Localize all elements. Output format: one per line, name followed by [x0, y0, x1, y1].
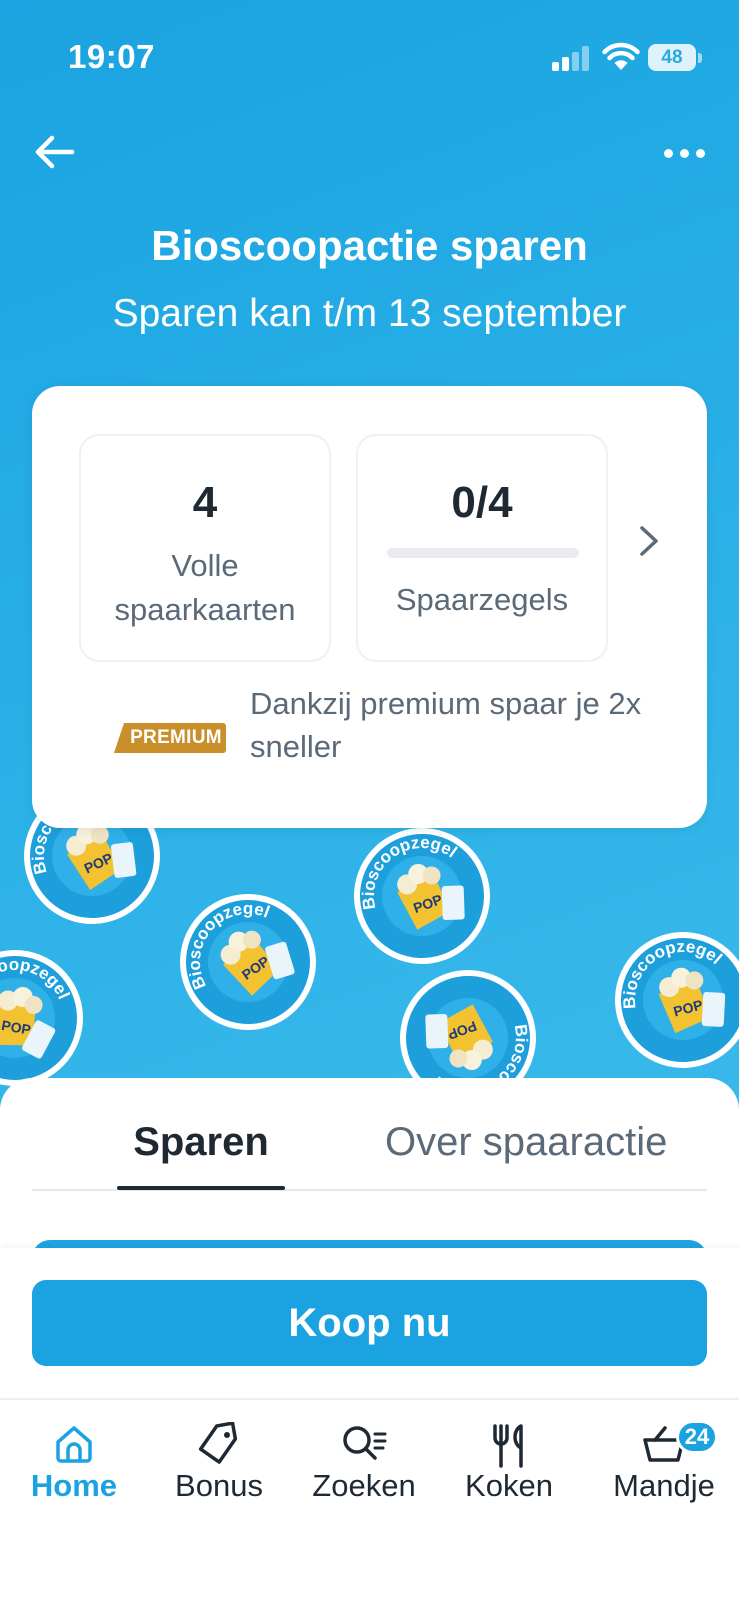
status-bar: 19:07 48	[0, 0, 739, 110]
chevron-right-icon[interactable]	[632, 516, 668, 566]
search-list-icon	[343, 1426, 387, 1460]
bottom-nav: Home Bonus Zoeken Koken 24 Mandje	[0, 1398, 739, 1600]
stamp-decoration	[151, 865, 346, 1060]
stamp-decoration	[0, 937, 96, 1099]
battery-level: 48	[648, 44, 696, 71]
home-icon	[56, 1426, 92, 1463]
nav-home-label: Home	[30, 1468, 118, 1503]
page-title: Bioscoopactie sparen	[151, 222, 588, 269]
nav-koken-label: Koken	[465, 1468, 553, 1503]
nav-bonus[interactable]: Bonus	[145, 1400, 293, 1530]
tabs-sheet: Sparen Over spaaractie	[0, 1078, 739, 1248]
stamps-progress-bar	[387, 548, 579, 558]
wifi-icon	[602, 42, 640, 70]
nav-koken[interactable]: Koken	[435, 1400, 583, 1530]
page-subtitle: Sparen kan t/m 13 september	[112, 292, 627, 335]
cart-count-badge: 24	[676, 1420, 718, 1454]
premium-info-text: Dankzij premium spaar je 2x sneller	[250, 686, 642, 764]
signal-icon	[552, 45, 592, 71]
hero-banner: 19:07 48 Bioscoopactie sparen Sparen kan…	[0, 0, 739, 1110]
nav-zoeken-label: Zoeken	[312, 1468, 416, 1503]
status-time: 19:07	[68, 38, 155, 75]
stamp-decoration	[597, 914, 739, 1085]
nav-home[interactable]: Home	[0, 1400, 148, 1530]
stamps-label: Spaarzegels	[395, 582, 569, 617]
buy-area: Koop nu	[0, 1248, 739, 1398]
stamps-tile: 0/4 Spaarzegels	[356, 434, 608, 662]
tab-sparen[interactable]: Sparen	[117, 1120, 285, 1165]
stamps-count: 0/4	[451, 478, 513, 527]
tag-icon	[198, 1422, 238, 1464]
tab-over-spaaractie[interactable]: Over spaaractie	[385, 1120, 667, 1165]
nav-mandje-label: Mandje	[613, 1468, 715, 1503]
nav-zoeken[interactable]: Zoeken	[290, 1400, 438, 1530]
battery-icon: 48	[648, 44, 702, 71]
more-options-icon[interactable]	[660, 135, 710, 171]
full-cards-tile: 4 Volle spaarkaarten	[79, 434, 331, 662]
premium-badge: PREMIUM	[114, 723, 226, 753]
full-cards-label: Volle spaarkaarten	[114, 548, 296, 627]
back-arrow-icon[interactable]	[30, 130, 82, 174]
full-cards-count: 4	[192, 478, 218, 527]
buy-now-button[interactable]: Koop nu	[32, 1280, 707, 1366]
nav-bonus-label: Bonus	[175, 1468, 263, 1503]
nav-mandje[interactable]: 24 Mandje	[590, 1400, 738, 1530]
savings-card: 4 Volle spaarkaarten 0/4 Spaarzegels PRE…	[32, 386, 707, 828]
active-tab-indicator	[117, 1186, 285, 1190]
cutlery-icon	[493, 1424, 523, 1468]
